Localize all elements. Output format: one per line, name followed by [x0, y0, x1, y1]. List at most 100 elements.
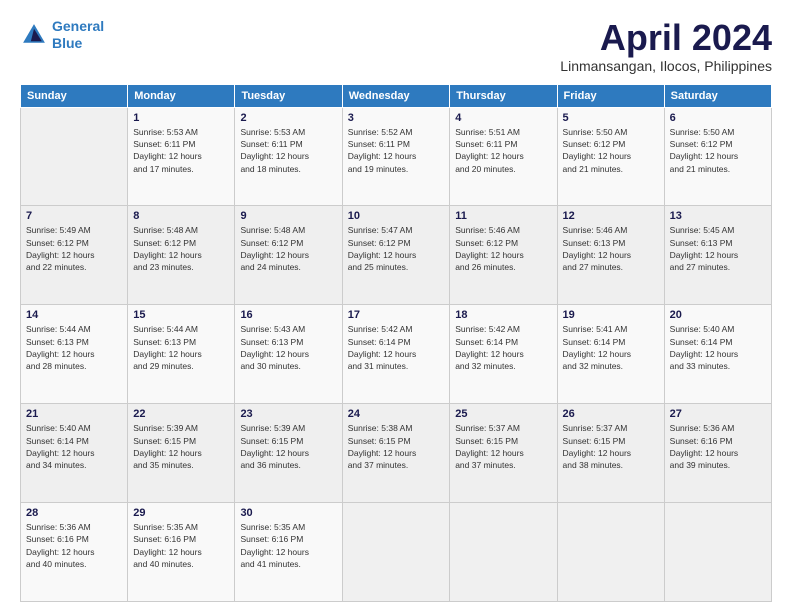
day-info: Sunrise: 5:35 AM Sunset: 6:16 PM Dayligh… — [240, 521, 336, 570]
weekday-header: Saturday — [664, 84, 771, 107]
day-number: 15 — [133, 309, 229, 321]
calendar-day-cell — [557, 503, 664, 602]
day-number: 4 — [455, 112, 551, 124]
day-info: Sunrise: 5:39 AM Sunset: 6:15 PM Dayligh… — [240, 422, 336, 471]
calendar-day-cell: 24 Sunrise: 5:38 AM Sunset: 6:15 PM Dayli… — [342, 404, 450, 503]
calendar-header-row: SundayMondayTuesdayWednesdayThursdayFrid… — [21, 84, 772, 107]
day-number: 8 — [133, 210, 229, 222]
logo-line1: General — [52, 18, 104, 34]
day-number: 22 — [133, 408, 229, 420]
day-number: 23 — [240, 408, 336, 420]
day-info: Sunrise: 5:46 AM Sunset: 6:12 PM Dayligh… — [455, 224, 551, 273]
day-info: Sunrise: 5:53 AM Sunset: 6:11 PM Dayligh… — [240, 126, 336, 175]
calendar-week-row: 7Sunrise: 5:49 AM Sunset: 6:12 PM Daylig… — [21, 206, 772, 305]
logo-line2: Blue — [52, 35, 82, 51]
calendar-day-cell: 13 Sunrise: 5:45 AM Sunset: 6:13 PM Dayli… — [664, 206, 771, 305]
calendar-day-cell — [664, 503, 771, 602]
calendar-day-cell: 30Sunrise: 5:35 AM Sunset: 6:16 PM Dayli… — [235, 503, 342, 602]
day-number: 20 — [670, 309, 766, 321]
subtitle: Linmansangan, Ilocos, Philippines — [560, 58, 772, 74]
calendar-day-cell: 6 Sunrise: 5:50 AM Sunset: 6:12 PM Daylig… — [664, 107, 771, 206]
day-info: Sunrise: 5:47 AM Sunset: 6:12 PM Dayligh… — [348, 224, 445, 273]
day-info: Sunrise: 5:44 AM Sunset: 6:13 PM Dayligh… — [26, 323, 122, 372]
weekday-header: Thursday — [450, 84, 557, 107]
calendar-day-cell: 11 Sunrise: 5:46 AM Sunset: 6:12 PM Dayli… — [450, 206, 557, 305]
day-number: 17 — [348, 309, 445, 321]
logo-icon — [20, 21, 48, 49]
calendar-day-cell: 20 Sunrise: 5:40 AM Sunset: 6:14 PM Dayli… — [664, 305, 771, 404]
day-number: 25 — [455, 408, 551, 420]
day-info: Sunrise: 5:50 AM Sunset: 6:12 PM Dayligh… — [670, 126, 766, 175]
day-info: Sunrise: 5:36 AM Sunset: 6:16 PM Dayligh… — [670, 422, 766, 471]
day-info: Sunrise: 5:40 AM Sunset: 6:14 PM Dayligh… — [26, 422, 122, 471]
logo-text: General Blue — [52, 18, 104, 52]
day-info: Sunrise: 5:48 AM Sunset: 6:12 PM Dayligh… — [133, 224, 229, 273]
calendar-day-cell: 14 Sunrise: 5:44 AM Sunset: 6:13 PM Dayli… — [21, 305, 128, 404]
day-number: 24 — [348, 408, 445, 420]
page: General Blue April 2024 Linmansangan, Il… — [0, 0, 792, 612]
calendar-day-cell: 21 Sunrise: 5:40 AM Sunset: 6:14 PM Dayli… — [21, 404, 128, 503]
day-info: Sunrise: 5:41 AM Sunset: 6:14 PM Dayligh… — [563, 323, 659, 372]
day-number: 29 — [133, 507, 229, 519]
day-number: 2 — [240, 112, 336, 124]
day-number: 12 — [563, 210, 659, 222]
day-number: 28 — [26, 507, 122, 519]
day-number: 9 — [240, 210, 336, 222]
calendar-day-cell: 4 Sunrise: 5:51 AM Sunset: 6:11 PM Daylig… — [450, 107, 557, 206]
calendar-day-cell: 15Sunrise: 5:44 AM Sunset: 6:13 PM Dayli… — [128, 305, 235, 404]
day-info: Sunrise: 5:45 AM Sunset: 6:13 PM Dayligh… — [670, 224, 766, 273]
day-info: Sunrise: 5:51 AM Sunset: 6:11 PM Dayligh… — [455, 126, 551, 175]
calendar-day-cell: 7Sunrise: 5:49 AM Sunset: 6:12 PM Daylig… — [21, 206, 128, 305]
day-number: 3 — [348, 112, 445, 124]
calendar-day-cell: 26 Sunrise: 5:37 AM Sunset: 6:15 PM Dayli… — [557, 404, 664, 503]
calendar-day-cell: 1Sunrise: 5:53 AM Sunset: 6:11 PM Daylig… — [128, 107, 235, 206]
calendar-day-cell — [450, 503, 557, 602]
day-number: 10 — [348, 210, 445, 222]
weekday-header: Monday — [128, 84, 235, 107]
calendar-day-cell: 17 Sunrise: 5:42 AM Sunset: 6:14 PM Dayli… — [342, 305, 450, 404]
day-info: Sunrise: 5:40 AM Sunset: 6:14 PM Dayligh… — [670, 323, 766, 372]
day-number: 6 — [670, 112, 766, 124]
day-number: 1 — [133, 112, 229, 124]
calendar-day-cell: 23 Sunrise: 5:39 AM Sunset: 6:15 PM Dayli… — [235, 404, 342, 503]
day-number: 27 — [670, 408, 766, 420]
day-info: Sunrise: 5:37 AM Sunset: 6:15 PM Dayligh… — [563, 422, 659, 471]
weekday-header: Sunday — [21, 84, 128, 107]
calendar-day-cell: 22Sunrise: 5:39 AM Sunset: 6:15 PM Dayli… — [128, 404, 235, 503]
calendar-day-cell: 2 Sunrise: 5:53 AM Sunset: 6:11 PM Daylig… — [235, 107, 342, 206]
day-info: Sunrise: 5:38 AM Sunset: 6:15 PM Dayligh… — [348, 422, 445, 471]
weekday-header: Tuesday — [235, 84, 342, 107]
day-info: Sunrise: 5:52 AM Sunset: 6:11 PM Dayligh… — [348, 126, 445, 175]
day-info: Sunrise: 5:42 AM Sunset: 6:14 PM Dayligh… — [455, 323, 551, 372]
calendar-week-row: 28 Sunrise: 5:36 AM Sunset: 6:16 PM Dayli… — [21, 503, 772, 602]
calendar-day-cell: 18Sunrise: 5:42 AM Sunset: 6:14 PM Dayli… — [450, 305, 557, 404]
calendar-day-cell — [21, 107, 128, 206]
day-number: 16 — [240, 309, 336, 321]
day-number: 14 — [26, 309, 122, 321]
main-title: April 2024 — [560, 18, 772, 58]
calendar-day-cell: 16 Sunrise: 5:43 AM Sunset: 6:13 PM Dayli… — [235, 305, 342, 404]
day-number: 26 — [563, 408, 659, 420]
calendar-week-row: 1 Sunrise: 5:53 AM Sunset: 6:11 PM Daylig… — [21, 107, 772, 206]
day-info: Sunrise: 5:43 AM Sunset: 6:13 PM Dayligh… — [240, 323, 336, 372]
calendar-day-cell: 29 Sunrise: 5:35 AM Sunset: 6:16 PM Dayli… — [128, 503, 235, 602]
calendar-day-cell: 9 Sunrise: 5:48 AM Sunset: 6:12 PM Daylig… — [235, 206, 342, 305]
day-info: Sunrise: 5:49 AM Sunset: 6:12 PM Dayligh… — [26, 224, 122, 273]
day-number: 13 — [670, 210, 766, 222]
header: General Blue April 2024 Linmansangan, Il… — [20, 18, 772, 74]
calendar-day-cell: 19Sunrise: 5:41 AM Sunset: 6:14 PM Dayli… — [557, 305, 664, 404]
calendar-day-cell: 27 Sunrise: 5:36 AM Sunset: 6:16 PM Dayli… — [664, 404, 771, 503]
calendar-week-row: 21 Sunrise: 5:40 AM Sunset: 6:14 PM Dayli… — [21, 404, 772, 503]
day-number: 11 — [455, 210, 551, 222]
calendar-week-row: 14 Sunrise: 5:44 AM Sunset: 6:13 PM Dayli… — [21, 305, 772, 404]
day-info: Sunrise: 5:36 AM Sunset: 6:16 PM Dayligh… — [26, 521, 122, 570]
weekday-header: Friday — [557, 84, 664, 107]
day-info: Sunrise: 5:35 AM Sunset: 6:16 PM Dayligh… — [133, 521, 229, 570]
calendar-day-cell: 5Sunrise: 5:50 AM Sunset: 6:12 PM Daylig… — [557, 107, 664, 206]
day-number: 21 — [26, 408, 122, 420]
day-info: Sunrise: 5:42 AM Sunset: 6:14 PM Dayligh… — [348, 323, 445, 372]
calendar-day-cell: 10 Sunrise: 5:47 AM Sunset: 6:12 PM Dayli… — [342, 206, 450, 305]
calendar-day-cell — [342, 503, 450, 602]
day-info: Sunrise: 5:37 AM Sunset: 6:15 PM Dayligh… — [455, 422, 551, 471]
day-info: Sunrise: 5:48 AM Sunset: 6:12 PM Dayligh… — [240, 224, 336, 273]
